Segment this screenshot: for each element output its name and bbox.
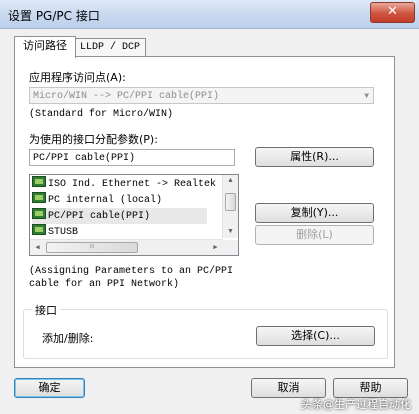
hscroll-thumb[interactable]: ⦙⦙⦙ xyxy=(46,242,138,253)
scroll-down-icon[interactable]: ▼ xyxy=(223,228,238,236)
interface-group: 接口 添加/删除: 选择(C)... xyxy=(23,302,388,359)
network-adapter-icon xyxy=(32,176,46,187)
access-point-select[interactable]: Micro/WIN --> PC/PPI cable(PPI) ▼ xyxy=(29,87,374,104)
tab-label: 访问路径 xyxy=(23,39,67,52)
access-point-label: 应用程序访问点(A): xyxy=(29,71,126,84)
window-title: 设置 PG/PC 接口 xyxy=(8,9,100,23)
access-point-value: Micro/WIN --> PC/PPI cable(PPI) xyxy=(33,91,220,102)
properties-button[interactable]: 属性(R)... xyxy=(255,147,374,167)
network-adapter-icon xyxy=(32,208,46,219)
help-button[interactable]: 帮助 xyxy=(333,378,408,398)
list-item-label: PC internal (local) xyxy=(48,195,163,206)
vertical-scrollbar[interactable]: ▲ ▼ xyxy=(222,175,238,238)
cancel-button[interactable]: 取消 xyxy=(251,378,326,398)
add-remove-label: 添加/删除: xyxy=(42,332,94,345)
tab-access-path[interactable]: 访问路径 xyxy=(14,36,76,58)
properties-button-label: 属性(R)... xyxy=(290,150,339,163)
tab-label: LLDP / DCP xyxy=(79,42,140,53)
title-bar: 设置 PG/PC 接口 ✕ xyxy=(0,0,419,29)
copy-button[interactable]: 复制(Y)... xyxy=(255,203,374,223)
help-button-label: 帮助 xyxy=(359,381,382,394)
delete-button-label: 删除(L) xyxy=(296,228,333,241)
interface-params-label: 为使用的接口分配参数(P): xyxy=(29,133,158,146)
select-button-label: 选择(C)... xyxy=(291,329,340,342)
scroll-left-icon[interactable]: ◀ xyxy=(30,243,45,252)
list-item-label: PC/PPI cable(PPI) xyxy=(48,211,151,222)
scroll-thumb[interactable] xyxy=(225,193,236,211)
interface-params-value: PC/PPI cable(PPI) xyxy=(33,153,136,164)
interface-group-legend: 接口 xyxy=(32,302,60,318)
scrollbar-corner xyxy=(223,240,238,255)
chevron-down-icon: ▼ xyxy=(364,92,369,101)
close-icon: ✕ xyxy=(387,4,398,19)
interface-list[interactable]: ISO Ind. Ethernet -> Realtek PC internal… xyxy=(29,174,239,256)
list-item[interactable]: STUSB xyxy=(32,224,78,240)
network-adapter-icon xyxy=(32,192,46,203)
tab-lldp-dcp[interactable]: LLDP / DCP xyxy=(74,38,146,57)
list-item-label: STUSB xyxy=(48,227,79,238)
tab-panel: 应用程序访问点(A): Micro/WIN --> PC/PPI cable(P… xyxy=(14,56,395,368)
list-item-label: ISO Ind. Ethernet -> Realtek xyxy=(48,179,217,190)
scroll-right-icon[interactable]: ▶ xyxy=(208,243,223,252)
select-button[interactable]: 选择(C)... xyxy=(256,326,375,346)
ok-button-label: 确定 xyxy=(38,381,61,394)
list-item-selected[interactable]: PC/PPI cable(PPI) xyxy=(32,208,207,224)
close-button[interactable]: ✕ xyxy=(370,2,415,23)
scroll-up-icon[interactable]: ▲ xyxy=(223,177,238,185)
delete-button[interactable]: 删除(L) xyxy=(255,225,374,245)
list-item[interactable]: ISO Ind. Ethernet -> Realtek xyxy=(32,176,216,192)
copy-button-label: 复制(Y)... xyxy=(290,206,339,219)
interface-params-field[interactable]: PC/PPI cable(PPI) xyxy=(29,149,235,166)
cancel-button-label: 取消 xyxy=(277,381,300,394)
horizontal-scrollbar[interactable]: ◀ ⦙⦙⦙ ▶ xyxy=(30,239,223,255)
grip-icon: ⦙⦙⦙ xyxy=(89,243,95,250)
list-item[interactable]: PC internal (local) xyxy=(32,192,162,208)
ok-button[interactable]: 确定 xyxy=(14,378,85,398)
access-point-description: (Standard for Micro/WIN) xyxy=(29,109,174,120)
watermark: 头条@生产过程自动化 xyxy=(301,398,411,411)
assign-description: (Assigning Parameters to an PC/PPI cable… xyxy=(29,266,234,290)
network-adapter-icon xyxy=(32,224,46,235)
